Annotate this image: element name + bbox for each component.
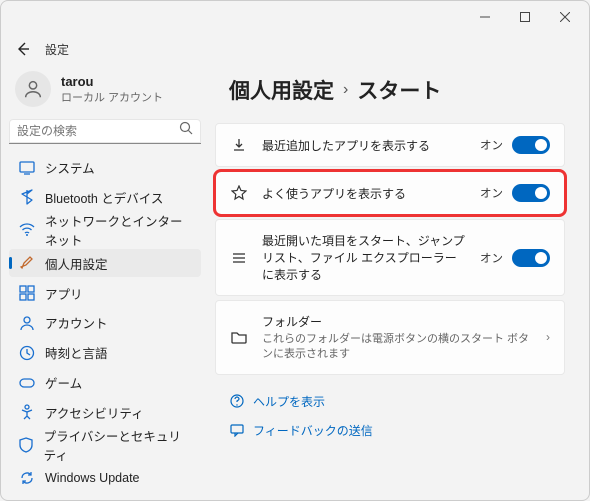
- profile[interactable]: tarou ローカル アカウント: [9, 69, 201, 117]
- wifi-icon: [19, 222, 35, 238]
- chevron-right-icon: ›: [343, 81, 348, 99]
- avatar-icon: [15, 71, 51, 107]
- sidebar-item-apps[interactable]: アプリ: [9, 279, 201, 307]
- sidebar-item-label: アクセシビリティ: [45, 403, 144, 422]
- accounts-icon: [19, 315, 35, 331]
- setting-frequent-apps: よく使うアプリを表示する オン: [215, 171, 565, 215]
- breadcrumb-root[interactable]: 個人用設定: [229, 75, 334, 105]
- sidebar-item-label: Windows Update: [45, 471, 140, 485]
- back-button[interactable]: [9, 35, 37, 63]
- toggle-label: オン: [480, 137, 503, 153]
- toggle-switch[interactable]: [512, 249, 550, 267]
- feedback-icon: [229, 423, 244, 438]
- feedback-link[interactable]: フィードバックの送信: [229, 422, 565, 439]
- sidebar-item-label: システム: [45, 158, 95, 177]
- sidebar-item-label: アプリ: [45, 284, 83, 303]
- setting-title: フォルダー: [262, 313, 532, 330]
- brush-icon: [19, 255, 35, 271]
- sidebar-item-privacy[interactable]: プライバシーとセキュリティ: [9, 428, 201, 462]
- search-icon: [179, 121, 193, 140]
- help-icon: [229, 394, 244, 409]
- setting-title: 最近追加したアプリを表示する: [262, 137, 466, 154]
- sidebar-item-bluetooth[interactable]: Bluetooth とデバイス: [9, 184, 201, 212]
- link-label: ヘルプを表示: [253, 393, 325, 410]
- sidebar-item-personalization[interactable]: 個人用設定: [9, 249, 201, 277]
- setting-folders[interactable]: フォルダー これらのフォルダーは電源ボタンの横のスタート ボタンに表示されます …: [215, 300, 565, 375]
- app-title: 設定: [45, 41, 69, 58]
- gamepad-icon: [19, 375, 35, 391]
- sidebar-item-accounts[interactable]: アカウント: [9, 309, 201, 337]
- setting-title: 最近開いた項目をスタート、ジャンプ リスト、ファイル エクスプローラーに表示する: [262, 232, 466, 283]
- search-input[interactable]: [17, 124, 179, 138]
- maximize-button[interactable]: [505, 3, 545, 31]
- sidebar-item-system[interactable]: システム: [9, 154, 201, 182]
- apps-icon: [19, 285, 35, 301]
- sidebar-item-update[interactable]: Windows Update: [9, 464, 201, 492]
- toggle-switch[interactable]: [512, 184, 550, 202]
- download-icon: [230, 136, 248, 154]
- setting-desc: これらのフォルダーは電源ボタンの横のスタート ボタンに表示されます: [262, 332, 532, 362]
- breadcrumb: 個人用設定 › スタート: [215, 75, 565, 105]
- page-title: スタート: [357, 75, 441, 105]
- star-icon: [230, 184, 248, 202]
- sidebar-item-gaming[interactable]: ゲーム: [9, 369, 201, 397]
- update-icon: [19, 470, 35, 486]
- clock-icon: [19, 345, 35, 361]
- sidebar-item-label: ネットワークとインターネット: [45, 211, 191, 249]
- sidebar-item-label: ゲーム: [45, 373, 82, 392]
- list-icon: [230, 249, 248, 267]
- sidebar-item-network[interactable]: ネットワークとインターネット: [9, 213, 201, 247]
- help-link[interactable]: ヘルプを表示: [229, 393, 565, 410]
- link-label: フィードバックの送信: [253, 422, 373, 439]
- user-name: tarou: [61, 74, 163, 89]
- shield-icon: [19, 437, 34, 453]
- sidebar-item-label: 時刻と言語: [45, 343, 108, 362]
- folder-icon: [230, 328, 248, 346]
- bluetooth-icon: [19, 189, 35, 205]
- accessibility-icon: [19, 404, 35, 420]
- search-box[interactable]: [9, 119, 201, 144]
- toggle-label: オン: [480, 250, 503, 266]
- sidebar-item-accessibility[interactable]: アクセシビリティ: [9, 398, 201, 426]
- close-button[interactable]: [545, 3, 585, 31]
- sidebar-item-time[interactable]: 時刻と言語: [9, 339, 201, 367]
- toggle-switch[interactable]: [512, 136, 550, 154]
- sidebar-item-label: プライバシーとセキュリティ: [44, 426, 191, 464]
- user-desc: ローカル アカウント: [61, 89, 163, 105]
- minimize-button[interactable]: [465, 3, 505, 31]
- sidebar-item-label: アカウント: [45, 313, 108, 332]
- setting-recent-items: 最近開いた項目をスタート、ジャンプ リスト、ファイル エクスプローラーに表示する…: [215, 219, 565, 296]
- system-icon: [19, 160, 35, 176]
- sidebar-item-label: 個人用設定: [45, 254, 108, 273]
- chevron-right-icon: ›: [546, 330, 550, 344]
- setting-title: よく使うアプリを表示する: [262, 185, 466, 202]
- sidebar-item-label: Bluetooth とデバイス: [45, 188, 163, 207]
- toggle-label: オン: [480, 185, 503, 201]
- setting-recent-apps: 最近追加したアプリを表示する オン: [215, 123, 565, 167]
